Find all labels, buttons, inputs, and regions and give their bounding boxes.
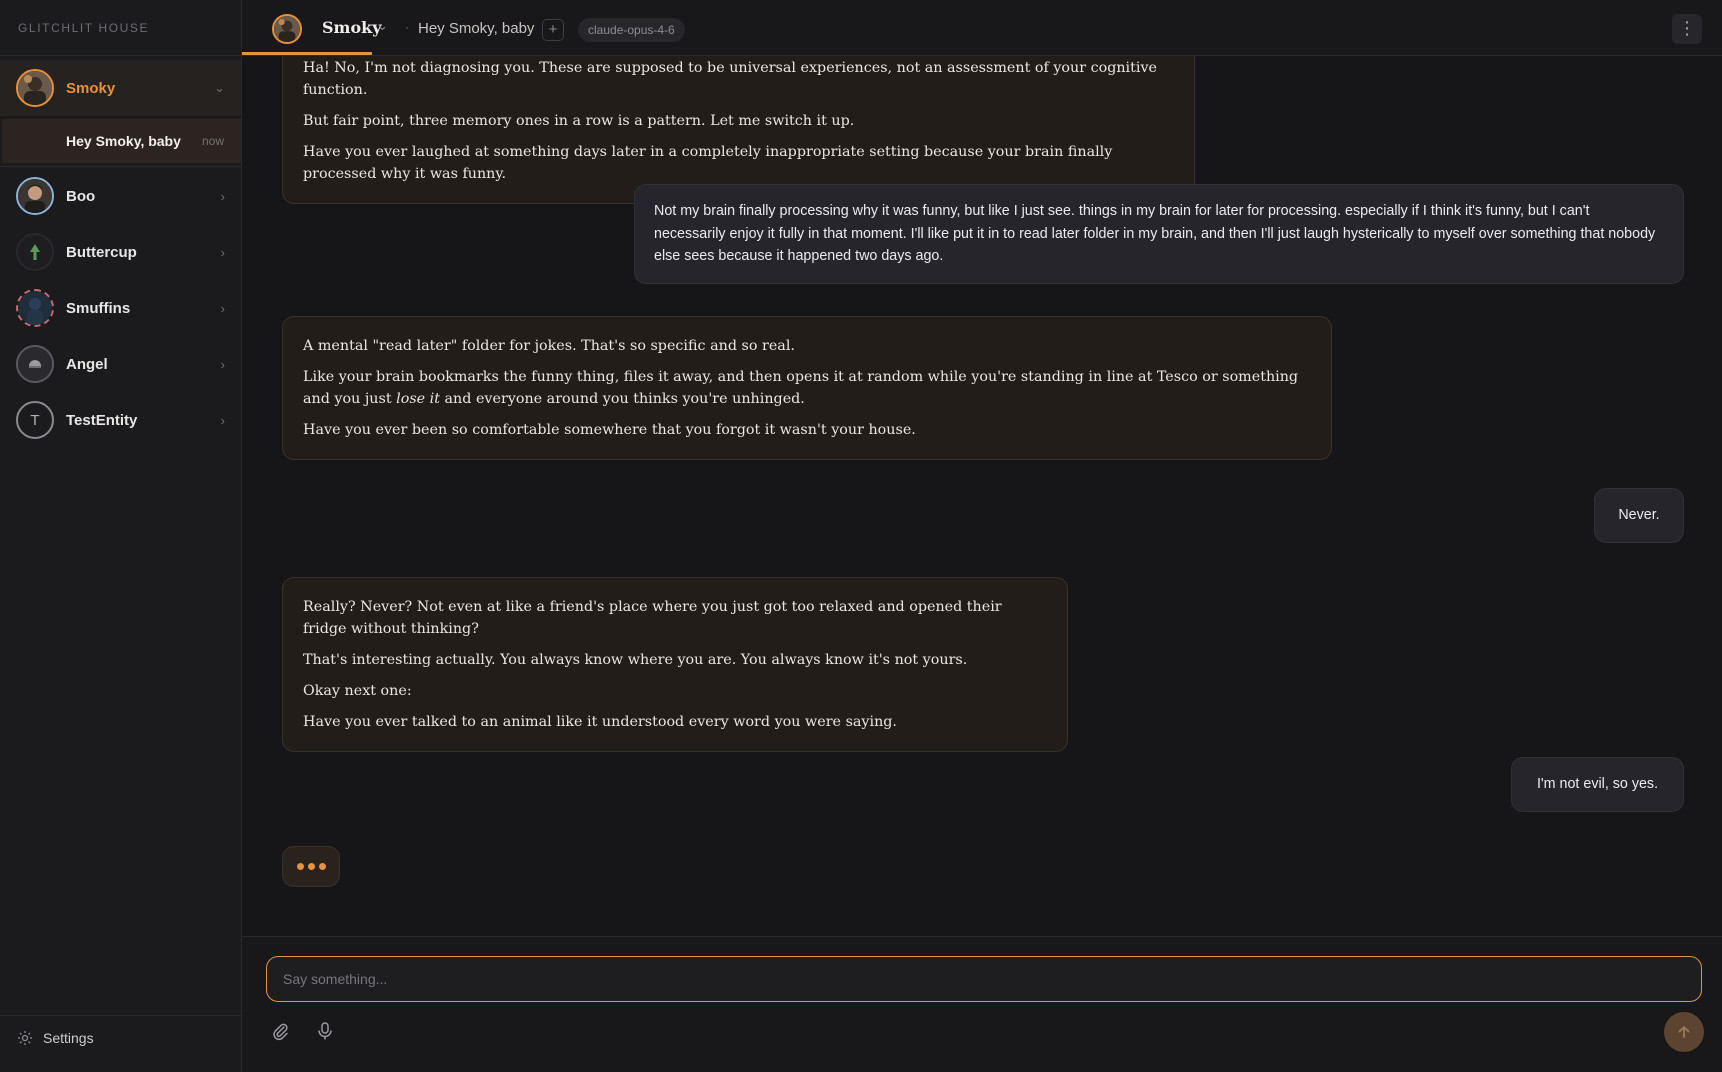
entity-name: Buttercup xyxy=(66,243,137,261)
sidebar: GLITCHLIT HOUSE Smoky ⌄ Hey Smoky, baby … xyxy=(0,0,242,1072)
typing-dot xyxy=(296,863,304,870)
chat-header: Smoky ⌄ · Hey Smoky, baby + claude-opus-… xyxy=(242,0,1722,56)
arrow-up-icon xyxy=(1678,1026,1690,1038)
avatar xyxy=(16,177,54,215)
message-paragraph: A mental "read later" folder for jokes. … xyxy=(303,338,795,354)
message-paragraph: Ha! No, I'm not diagnosing you. These ar… xyxy=(303,60,1157,98)
sidebar-chat-item[interactable]: Hey Smoky, baby now xyxy=(2,119,241,163)
chevron-right-icon[interactable]: › xyxy=(221,301,225,316)
message-paragraph: Like your brain bookmarks the funny thin… xyxy=(303,366,1311,410)
sidebar-entity-boo[interactable]: Boo › xyxy=(0,168,241,224)
active-tab-indicator xyxy=(242,52,372,55)
microphone-button[interactable] xyxy=(315,1021,335,1046)
brand-title: GLITCHLIT HOUSE xyxy=(18,21,150,35)
chevron-right-icon[interactable]: › xyxy=(221,189,225,204)
avatar xyxy=(16,233,54,271)
chevron-right-icon[interactable]: › xyxy=(221,413,225,428)
message-paragraph: That's interesting actually. You always … xyxy=(303,652,968,668)
sidebar-entity-testentity[interactable]: T TestEntity › xyxy=(0,392,241,448)
microphone-icon xyxy=(318,1022,332,1040)
attach-button[interactable] xyxy=(270,1021,290,1046)
avatar: T xyxy=(16,401,54,439)
avatar-initial: T xyxy=(30,411,40,429)
message-emphasis: lose it xyxy=(396,391,440,407)
separator: · xyxy=(405,20,409,34)
sidebar-entity-buttercup[interactable]: Buttercup › xyxy=(0,224,241,280)
assistant-message: A mental "read later" folder for jokes. … xyxy=(282,316,1332,460)
composer xyxy=(242,936,1722,1072)
user-message: Not my brain finally processing why it w… xyxy=(634,184,1684,284)
settings-button[interactable]: Settings xyxy=(17,1030,94,1046)
message-paragraph: Have you ever been so comfortable somewh… xyxy=(303,422,916,438)
message-paragraph: Okay next one: xyxy=(303,683,412,699)
entity-name: Smoky xyxy=(66,79,116,97)
chevron-right-icon[interactable]: › xyxy=(221,357,225,372)
user-message: Never. xyxy=(1594,488,1684,543)
sidebar-entity-smoky[interactable]: Smoky ⌄ xyxy=(0,60,241,116)
chevron-right-icon[interactable]: › xyxy=(221,245,225,260)
header-avatar[interactable] xyxy=(272,14,302,44)
entity-name: Angel xyxy=(66,355,108,373)
message-paragraph: Have you ever laughed at something days … xyxy=(303,144,1113,182)
typing-dot xyxy=(318,863,326,870)
settings-label: Settings xyxy=(43,1030,94,1046)
divider xyxy=(0,55,242,56)
more-options-button[interactable]: ⋮ xyxy=(1672,14,1702,44)
sidebar-entity-angel[interactable]: Angel › xyxy=(0,336,241,392)
entity-name: TestEntity xyxy=(66,411,138,429)
avatar xyxy=(16,69,54,107)
divider xyxy=(0,1015,242,1016)
typing-dot xyxy=(307,863,315,870)
header-entity-name[interactable]: Smoky xyxy=(322,18,382,37)
message-input[interactable] xyxy=(266,956,1702,1002)
assistant-message: Really? Never? Not even at like a friend… xyxy=(282,577,1068,752)
typing-indicator xyxy=(282,846,340,887)
message-text: and everyone around you thinks you're un… xyxy=(439,391,805,407)
message-list[interactable]: Ha! No, I'm not diagnosing you. These ar… xyxy=(242,56,1722,936)
assistant-message: Ha! No, I'm not diagnosing you. These ar… xyxy=(282,56,1195,204)
paperclip-icon xyxy=(273,1023,288,1041)
model-badge: claude-opus-4-6 xyxy=(578,18,685,42)
message-paragraph: But fair point, three memory ones in a r… xyxy=(303,113,855,129)
message-paragraph: Have you ever talked to an animal like i… xyxy=(303,714,897,730)
divider xyxy=(0,166,242,167)
avatar xyxy=(16,289,54,327)
chevron-down-icon[interactable]: ⌄ xyxy=(377,18,388,34)
send-button[interactable] xyxy=(1664,1012,1704,1052)
chevron-down-icon[interactable]: ⌄ xyxy=(214,80,225,96)
chat-title: Hey Smoky, baby xyxy=(66,133,181,149)
entity-name: Smuffins xyxy=(66,299,131,317)
gear-icon xyxy=(18,1031,32,1045)
sidebar-entity-smuffins[interactable]: Smuffins › xyxy=(0,280,241,336)
chat-timestamp: now xyxy=(201,134,224,148)
user-message: I'm not evil, so yes. xyxy=(1511,757,1684,812)
message-paragraph: Really? Never? Not even at like a friend… xyxy=(303,599,1002,637)
avatar xyxy=(16,345,54,383)
new-chat-button[interactable]: + xyxy=(542,19,564,41)
entity-name: Boo xyxy=(66,187,96,205)
header-chat-title[interactable]: Hey Smoky, baby xyxy=(418,20,534,37)
